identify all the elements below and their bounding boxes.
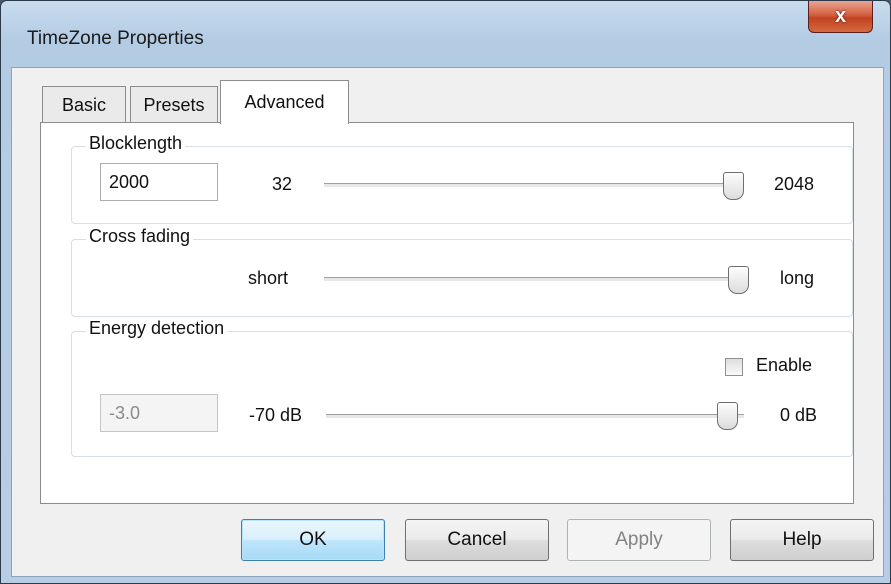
energy-threshold-input[interactable]: -3.0 xyxy=(100,394,218,432)
apply-button[interactable]: Apply xyxy=(567,519,711,561)
blocklength-slider-thumb[interactable] xyxy=(723,172,744,200)
energy-min-label: -70 dB xyxy=(249,405,303,425)
help-button[interactable]: Help xyxy=(730,519,874,561)
energy-detection-group-title: Energy detection xyxy=(86,318,228,339)
close-button[interactable]: x xyxy=(808,1,873,33)
enable-checkbox[interactable] xyxy=(725,358,743,376)
blocklength-group-title: Blocklength xyxy=(86,133,186,154)
energy-max-label: 0 dB xyxy=(780,405,818,425)
tab-advanced[interactable]: Advanced xyxy=(220,80,349,124)
blocklength-input[interactable]: 2000 xyxy=(100,163,218,201)
window-title: TimeZone Properties xyxy=(27,28,204,49)
dialog-client-area: Basic Presets Advanced Blocklength 2000 … xyxy=(11,67,884,577)
blocklength-slider-track[interactable] xyxy=(324,183,744,188)
energy-slider-track[interactable] xyxy=(326,414,744,419)
close-icon: x xyxy=(834,5,847,27)
cancel-button[interactable]: Cancel xyxy=(405,519,549,561)
dialog-window: TimeZone Properties x Basic Presets Adva… xyxy=(0,0,891,584)
title-bar[interactable]: TimeZone Properties x xyxy=(1,1,890,67)
crossfading-group-title: Cross fading xyxy=(86,226,194,247)
crossfading-min-label: short xyxy=(248,268,289,288)
energy-detection-group: Energy detection Enable -3.0 -70 dB 0 dB xyxy=(71,318,853,457)
energy-slider-thumb[interactable] xyxy=(717,402,738,430)
blocklength-max-label: 2048 xyxy=(774,174,815,194)
tab-basic[interactable]: Basic xyxy=(42,86,126,123)
advanced-tab-panel: Blocklength 2000 32 2048 Cross fading sh… xyxy=(40,122,854,504)
crossfading-max-label: long xyxy=(780,268,815,288)
crossfading-slider-track[interactable] xyxy=(324,277,744,282)
ok-button[interactable]: OK xyxy=(241,519,385,561)
crossfading-slider-thumb[interactable] xyxy=(728,266,749,294)
blocklength-min-label: 32 xyxy=(272,174,293,194)
enable-checkbox-label[interactable]: Enable xyxy=(756,355,812,376)
tab-presets[interactable]: Presets xyxy=(130,86,218,123)
crossfading-group: Cross fading short long xyxy=(71,226,853,317)
blocklength-group: Blocklength 2000 32 2048 xyxy=(71,133,853,224)
